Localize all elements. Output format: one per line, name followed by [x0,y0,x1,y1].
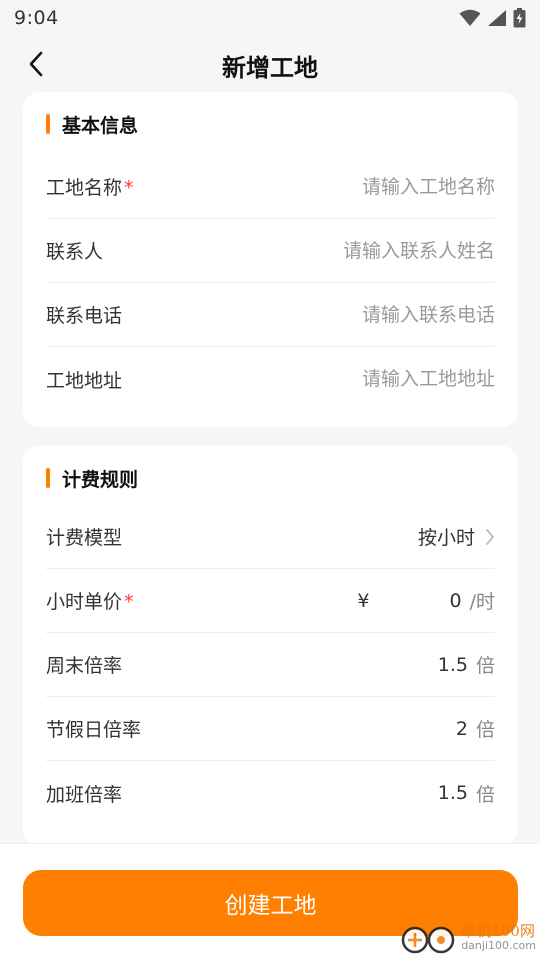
site-address-input[interactable] [255,368,495,390]
holiday-rate-unit: 倍 [475,719,495,741]
watermark-url: danji100.com [461,939,536,953]
cellular-signal-icon [488,10,506,26]
watermark-name: 单机100网 [461,922,535,941]
weekend-rate-label: 周末倍率 [46,655,123,677]
holiday-rate-field: 2 倍 [456,715,495,742]
billing-model-row[interactable]: 计费模型 按小时 [46,505,495,569]
status-icons [459,8,526,28]
contact-person-input[interactable] [255,239,495,262]
required-mark: * [124,177,134,199]
section-accent-bar [46,114,50,134]
hourly-price-row: 小时单价 * ¥ 0 /时 [46,569,495,633]
holiday-rate-label: 节假日倍率 [46,719,142,741]
weekend-rate-unit: 倍 [475,655,495,677]
site-name-input[interactable] [255,175,495,198]
billing-header: 计费规则 [46,466,139,491]
section-accent-bar [46,468,50,488]
basic-info-card: 基本信息 工地名称* 联系人 联系电话 工地地址 [23,92,518,427]
overtime-rate-input[interactable]: 1.5 [438,782,468,804]
contact-person-label: 联系人 [46,241,104,263]
wifi-icon [459,9,481,26]
hourly-price-input[interactable]: 0 [450,590,462,612]
status-time: 9:04 [14,7,59,29]
hourly-price-field: ¥ 0 /时 [357,587,495,614]
overtime-rate-field: 1.5 倍 [438,780,495,807]
contact-phone-label: 联系电话 [46,305,123,327]
overtime-rate-label: 加班倍率 [46,783,123,806]
weekend-rate-input[interactable]: 1.5 [438,654,468,676]
site-address-row: 工地地址 [46,347,495,411]
chevron-right-icon [485,528,495,546]
site-name-label: 工地名称 * [46,177,134,199]
billing-model-select[interactable]: 按小时 [418,523,495,550]
contact-phone-input[interactable] [255,303,495,326]
status-bar: 9:04 [0,0,540,36]
site-name-row: 工地名称 * [46,155,495,219]
weekend-rate-field: 1.5 倍 [438,651,495,678]
app-bar: 新增工地 [0,36,540,90]
watermark: 单机100网 danji100.com [401,918,536,958]
billing-title: 计费规则 [62,468,139,491]
billing-card: 计费规则 计费模型 按小时 小时单价 * ¥ 0 /时 周末倍率 1.5 倍 节假… [23,446,518,846]
watermark-text: 单机100网 danji100.com [461,922,536,953]
watermark-logo-icon [401,922,455,954]
overtime-rate-unit: 倍 [475,783,495,806]
basic-info-header: 基本信息 [46,112,139,137]
holiday-rate-input[interactable]: 2 [456,718,468,740]
hourly-price-unit: /时 [469,591,495,613]
battery-icon [513,8,526,28]
page-title: 新增工地 [222,54,318,82]
basic-info-title: 基本信息 [62,114,139,137]
weekend-rate-row: 周末倍率 1.5 倍 [46,633,495,697]
hourly-price-label: 小时单价 * [46,591,134,613]
billing-model-value: 按小时 [417,527,475,549]
overtime-rate-row: 加班倍率 1.5 倍 [46,761,495,825]
contact-phone-row: 联系电话 [46,283,495,347]
site-address-label: 工地地址 [46,369,123,392]
billing-model-label: 计费模型 [46,527,123,549]
currency-symbol: ¥ [357,589,370,612]
required-mark: * [124,591,134,613]
holiday-rate-row: 节假日倍率 2 倍 [46,697,495,761]
contact-person-row: 联系人 [46,219,495,283]
